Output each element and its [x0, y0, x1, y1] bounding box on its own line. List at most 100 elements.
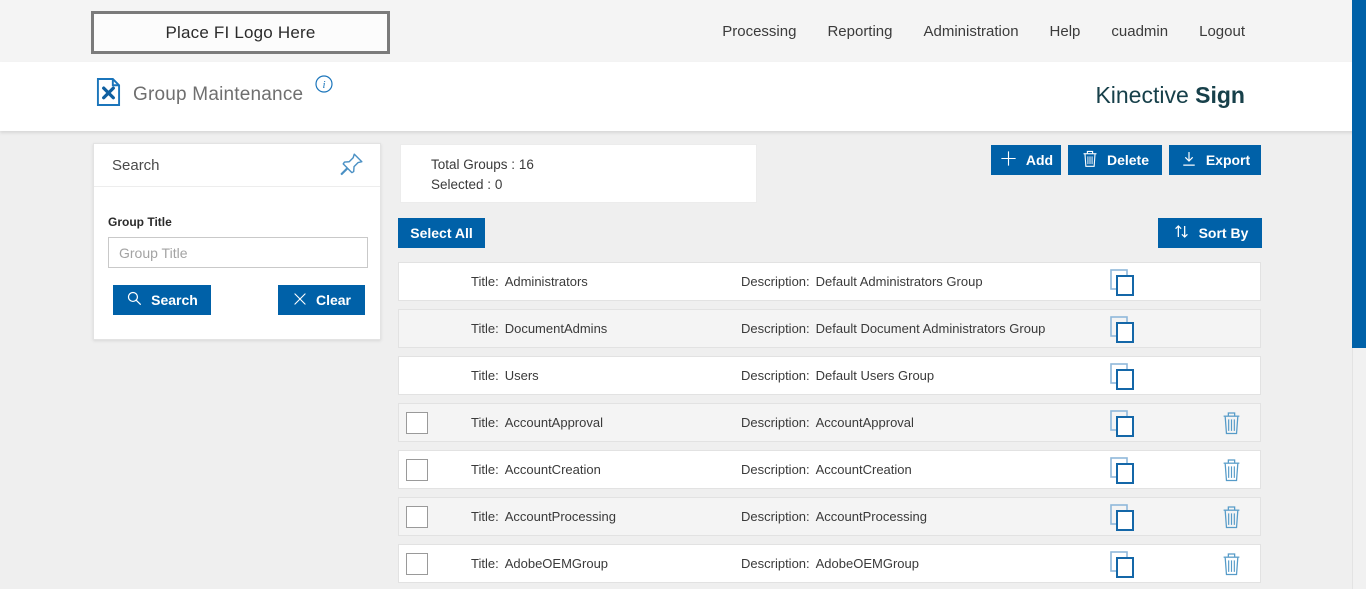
- group-row: Title: AccountApproval Description: Accoun…: [398, 403, 1261, 442]
- page-header: Group Maintenance i Kinective Sign: [0, 62, 1366, 131]
- row-description: Description: AccountProcessing: [741, 498, 927, 535]
- page-title: Group Maintenance: [133, 83, 304, 105]
- row-description: Description: AdobeOEMGroup: [741, 545, 919, 582]
- group-row: Title: AccountCreation Description: Accoun…: [398, 450, 1261, 489]
- clear-button-label: Clear: [315, 292, 352, 308]
- row-title-prefix: Title:: [471, 462, 499, 477]
- row-description-prefix: Description:: [741, 274, 810, 289]
- row-description-value: Default Administrators Group: [815, 274, 983, 289]
- copy-row-icon[interactable]: [1109, 315, 1136, 349]
- select-all-button[interactable]: Select All: [398, 218, 485, 248]
- delete-row-icon[interactable]: [1221, 410, 1242, 441]
- search-icon: [126, 290, 143, 310]
- page-title-wrap: Group Maintenance i: [96, 75, 333, 112]
- add-button-label: Add: [1025, 152, 1054, 168]
- brand-logo: Kinective Sign: [1095, 82, 1245, 109]
- row-title: Title: AccountCreation: [471, 451, 601, 488]
- search-button-label: Search: [151, 292, 198, 308]
- brand-first: Kinective: [1095, 82, 1189, 108]
- row-checkbox[interactable]: [406, 506, 428, 528]
- nav-item-logout[interactable]: Logout: [1199, 23, 1245, 40]
- row-title: Title: AccountProcessing: [471, 498, 616, 535]
- sort-arrows-icon: [1172, 222, 1191, 244]
- sort-by-button[interactable]: Sort By: [1158, 218, 1262, 248]
- copy-row-icon[interactable]: [1109, 268, 1136, 302]
- delete-row-icon[interactable]: [1221, 551, 1242, 582]
- pin-icon[interactable]: [338, 152, 364, 183]
- export-button-label: Export: [1205, 152, 1251, 168]
- brand-second: Sign: [1195, 82, 1245, 108]
- add-button[interactable]: Add: [991, 145, 1061, 175]
- topbar: Place FI Logo Here Processing Reporting …: [0, 0, 1366, 62]
- row-title-value: AccountCreation: [504, 462, 601, 477]
- row-title-value: DocumentAdmins: [504, 321, 608, 336]
- row-checkbox[interactable]: [406, 553, 428, 575]
- group-row: Title: Administrators Description: Default…: [398, 262, 1261, 301]
- row-description-prefix: Description:: [741, 556, 810, 571]
- nav-item-username[interactable]: cuadmin: [1111, 23, 1168, 40]
- row-checkbox[interactable]: [406, 459, 428, 481]
- row-description: Description: Default Document Administrat…: [741, 310, 1045, 347]
- row-title-value: AccountProcessing: [504, 509, 616, 524]
- row-description-prefix: Description:: [741, 368, 810, 383]
- copy-row-icon[interactable]: [1109, 503, 1136, 537]
- row-title: Title: AccountApproval: [471, 404, 603, 441]
- selected-line: Selected : 0: [431, 175, 756, 195]
- group-row: Title: DocumentAdmins Description: Default…: [398, 309, 1261, 348]
- copy-row-icon[interactable]: [1109, 362, 1136, 396]
- download-icon: [1180, 150, 1198, 171]
- delete-button[interactable]: Delete: [1068, 145, 1162, 175]
- row-description-value: AccountApproval: [815, 415, 914, 430]
- export-button[interactable]: Export: [1169, 145, 1261, 175]
- nav-item-processing[interactable]: Processing: [722, 23, 796, 40]
- row-description-value: Default Users Group: [815, 368, 935, 383]
- row-title-prefix: Title:: [471, 556, 499, 571]
- nav-item-help[interactable]: Help: [1050, 23, 1081, 40]
- row-title-prefix: Title:: [471, 321, 499, 336]
- group-row: Title: AccountProcessing Description: Acco…: [398, 497, 1261, 536]
- page-scrollbar-track[interactable]: [1352, 0, 1366, 589]
- row-title-value: Administrators: [504, 274, 588, 289]
- row-description: Description: AccountApproval: [741, 404, 914, 441]
- row-description-value: AdobeOEMGroup: [815, 556, 919, 571]
- group-row: Title: AdobeOEMGroup Description: AdobeOEM…: [398, 544, 1261, 583]
- info-icon[interactable]: i: [315, 75, 333, 98]
- delete-row-icon[interactable]: [1221, 504, 1242, 535]
- copy-row-icon[interactable]: [1109, 550, 1136, 584]
- row-title-value: Users: [504, 368, 539, 383]
- search-panel-header: Search: [94, 144, 380, 187]
- copy-row-icon[interactable]: [1109, 456, 1136, 490]
- clear-button[interactable]: Clear: [278, 285, 365, 315]
- nav-item-administration[interactable]: Administration: [924, 23, 1019, 40]
- total-groups-value: 16: [518, 157, 534, 172]
- svg-text:i: i: [323, 79, 326, 91]
- row-description-value: AccountProcessing: [815, 509, 927, 524]
- search-button[interactable]: Search: [113, 285, 211, 315]
- copy-row-icon[interactable]: [1109, 409, 1136, 443]
- row-description-prefix: Description:: [741, 509, 810, 524]
- row-checkbox[interactable]: [406, 412, 428, 434]
- selected-value: 0: [494, 177, 503, 192]
- select-all-label: Select All: [410, 225, 473, 241]
- plus-icon: [999, 149, 1018, 171]
- row-title-prefix: Title:: [471, 368, 499, 383]
- search-panel-title: Search: [112, 157, 160, 174]
- row-title-prefix: Title:: [471, 274, 499, 289]
- row-title-value: AdobeOEMGroup: [504, 556, 609, 571]
- row-title: Title: Users: [471, 357, 539, 394]
- row-description-prefix: Description:: [741, 321, 810, 336]
- total-groups-line: Total Groups : 16: [431, 155, 756, 175]
- selected-label: Selected :: [431, 177, 492, 192]
- row-description: Description: Default Administrators Group: [741, 263, 983, 300]
- page-scrollbar-thumb[interactable]: [1352, 0, 1366, 348]
- group-rows: Title: Administrators Description: Default…: [398, 262, 1261, 589]
- delete-button-label: Delete: [1106, 152, 1150, 168]
- row-title-value: AccountApproval: [504, 415, 603, 430]
- nav-item-reporting[interactable]: Reporting: [827, 23, 892, 40]
- search-panel: Search Group Title Search: [93, 143, 381, 340]
- delete-row-icon[interactable]: [1221, 457, 1242, 488]
- row-description-value: AccountCreation: [815, 462, 912, 477]
- fi-logo-placeholder: Place FI Logo Here: [91, 11, 390, 54]
- group-title-input[interactable]: [108, 237, 368, 268]
- row-description-prefix: Description:: [741, 462, 810, 477]
